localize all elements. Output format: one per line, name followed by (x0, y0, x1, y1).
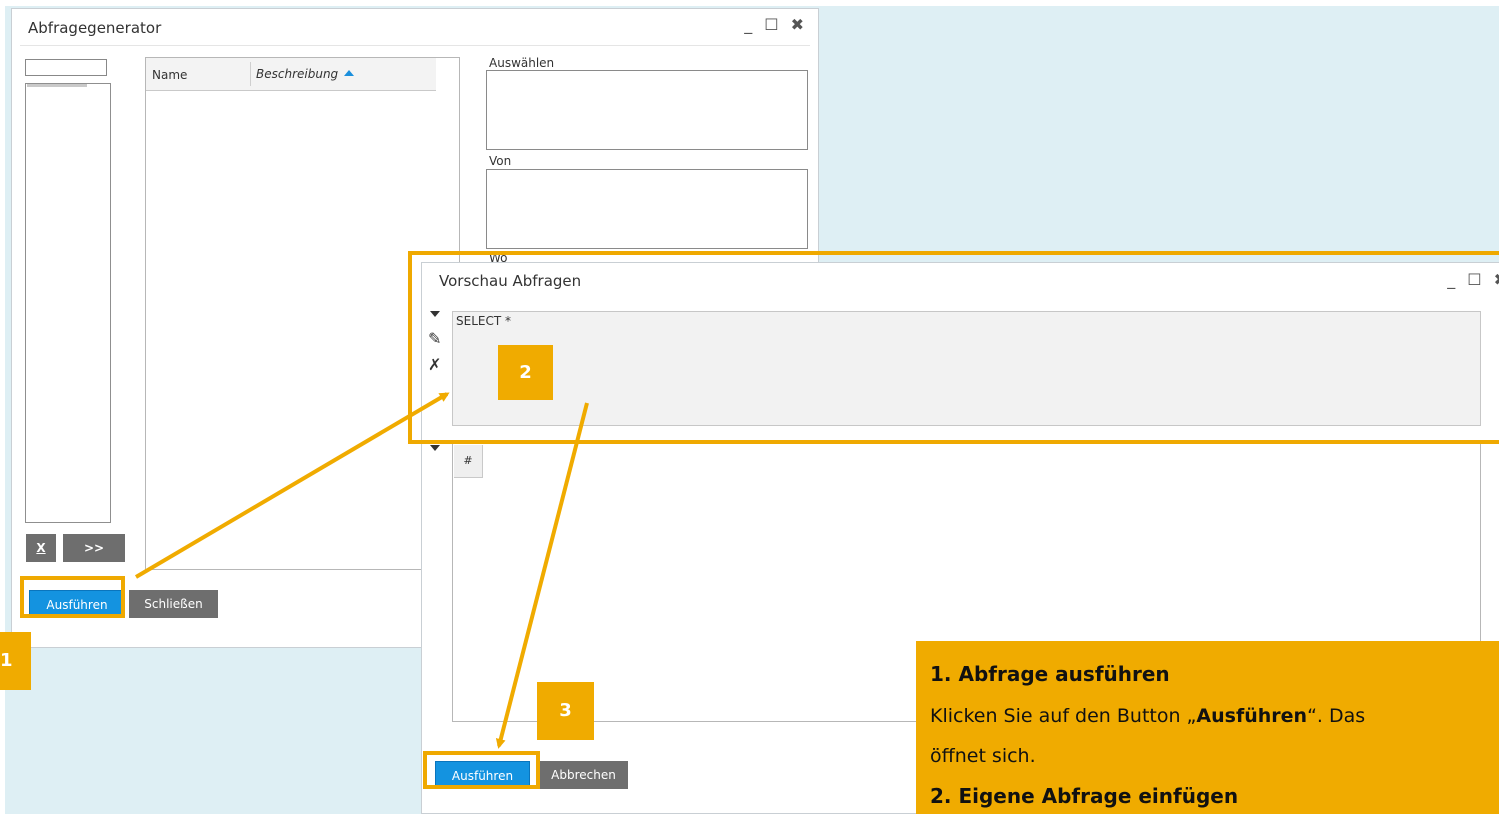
instruction-note: 1. Abfrage ausführen Klicken Sie auf den… (916, 641, 1499, 814)
note-body-bold: Ausführen (1196, 705, 1308, 727)
note-heading-2: 2. Eigene Abfrage einfügen (930, 784, 1239, 808)
step-badge-2: 2 (498, 345, 553, 400)
note-body-line2: öffnet sich. (930, 745, 1036, 767)
note-heading: 1. Abfrage ausführen (930, 662, 1170, 686)
arrow-to-sql (134, 392, 450, 579)
step-badge-1: 1 (0, 632, 31, 690)
note-body-post: “. Das (1307, 705, 1366, 727)
note-body: Klicken Sie auf den Button „Ausführen“. … (930, 696, 1499, 776)
step-badge-3: 3 (537, 682, 594, 740)
note-body-pre: Klicken Sie auf den Button „ (930, 705, 1197, 727)
